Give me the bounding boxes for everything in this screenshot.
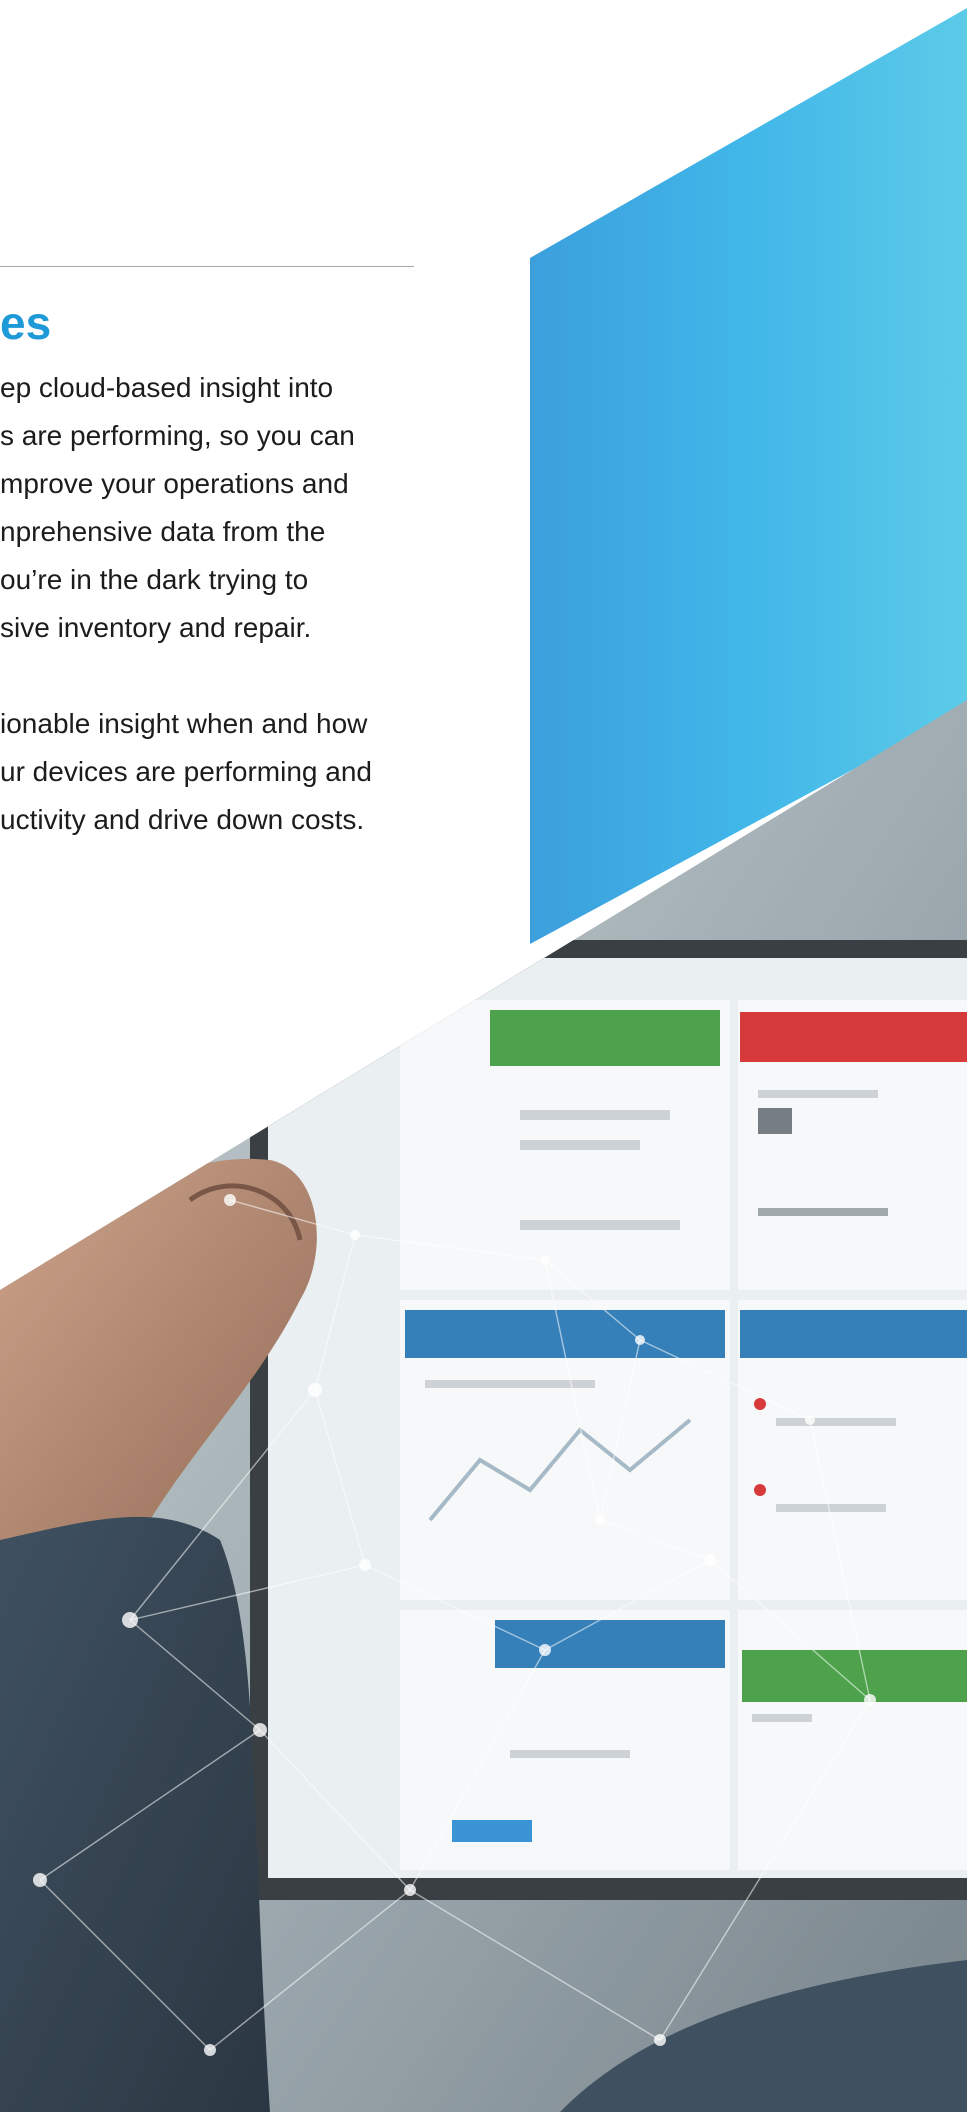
dashboard-photo — [0, 700, 967, 2112]
